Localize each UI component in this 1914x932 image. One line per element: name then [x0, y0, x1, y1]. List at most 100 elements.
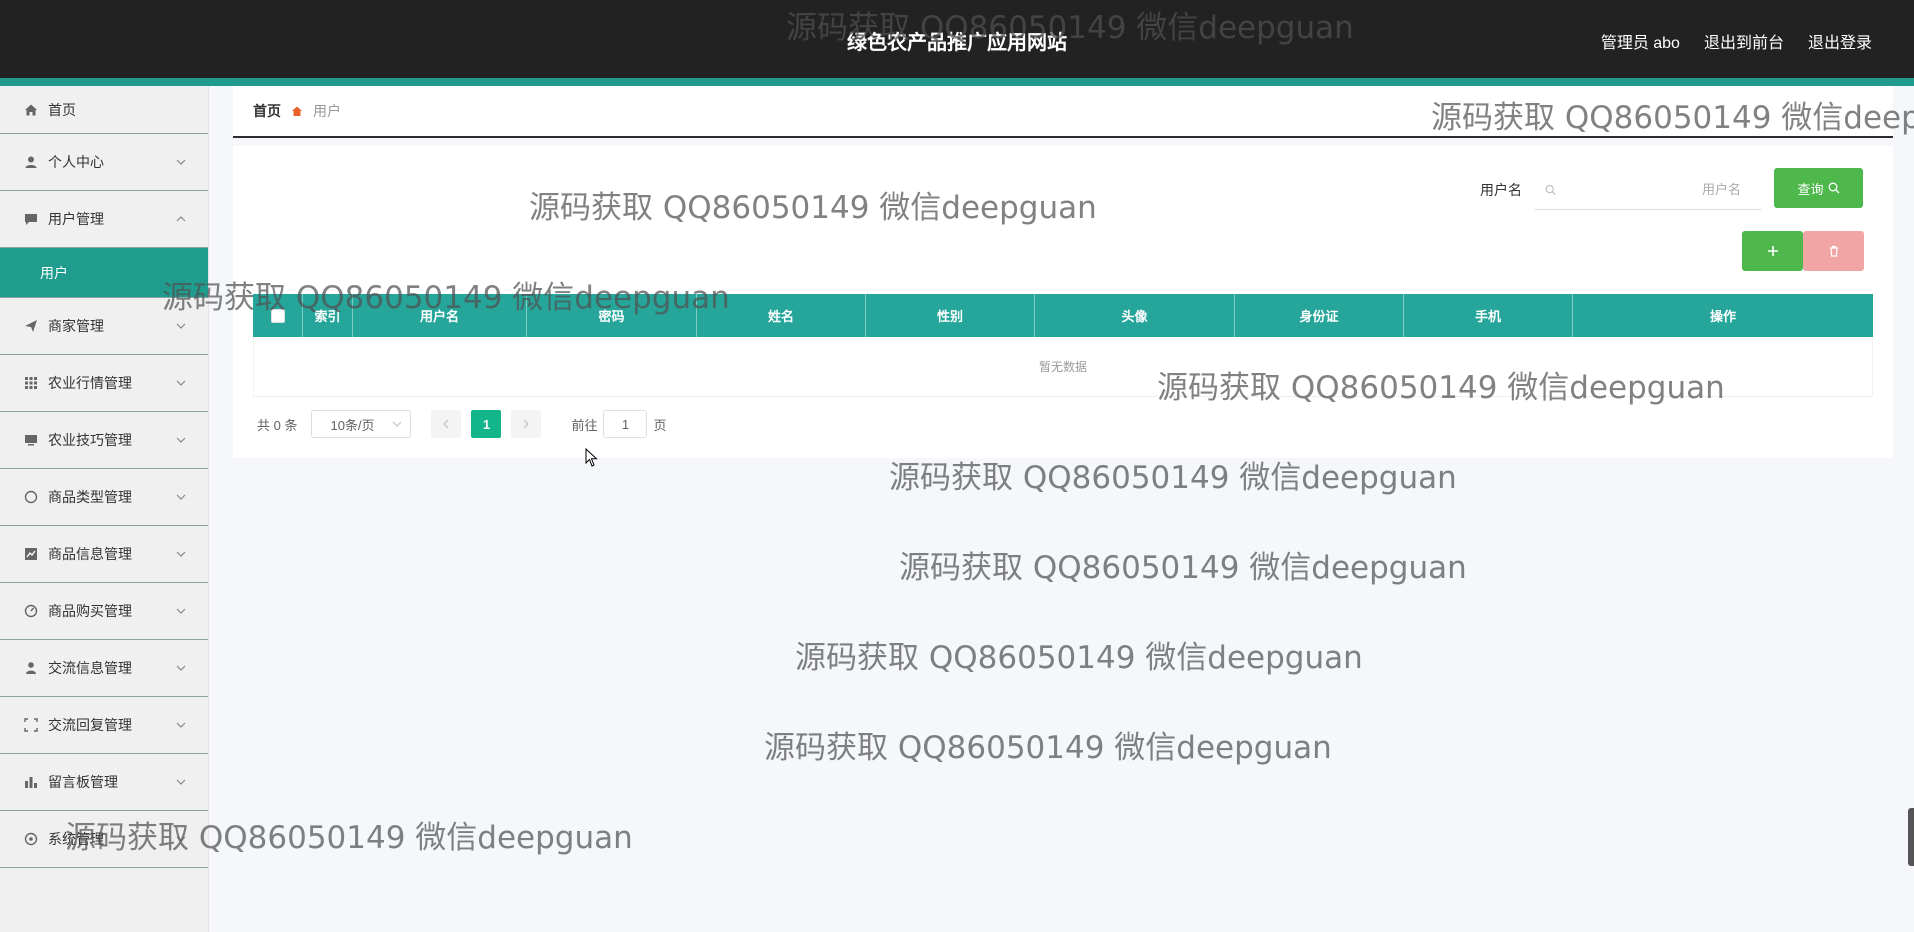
column-header[interactable]: 手机	[1404, 294, 1573, 337]
goto-page-input[interactable]	[603, 410, 648, 438]
frame-icon	[24, 718, 38, 732]
sidebar-item-label: 农业技巧管理	[48, 432, 132, 448]
total-count: 共 0 条	[257, 417, 298, 433]
watermark-text: 源码获取 QQ86050149 微信deepguan	[764, 730, 1332, 766]
sidebar: 首页 个人中心 用户管理 用户 商家管理 农业行情管理 农业技巧管理 商品类型管…	[0, 86, 209, 932]
header-links: 管理员 abo 退出到前台 退出登录	[1601, 29, 1872, 53]
column-header[interactable]: 身份证	[1235, 294, 1404, 337]
sidebar-item-message-board[interactable]: 留言板管理	[0, 754, 208, 811]
empty-text: 暂无数据	[1038, 360, 1087, 374]
sidebar-item-label: 商品购买管理	[48, 603, 132, 619]
next-page-button[interactable]	[511, 410, 542, 438]
goto-label: 前往	[571, 417, 598, 433]
search-input[interactable]	[1556, 170, 1761, 209]
column-header[interactable]: 性别	[866, 294, 1035, 337]
sidebar-item-label: 商品类型管理	[48, 489, 132, 505]
admin-label[interactable]: 管理员 abo	[1601, 29, 1680, 53]
chevron-left-icon	[443, 419, 449, 429]
sidebar-item-label: 个人中心	[48, 154, 104, 170]
sidebar-item-label: 商家管理	[48, 318, 104, 334]
sidebar-item-label: 交流信息管理	[48, 660, 132, 676]
gauge-icon	[24, 604, 38, 618]
chart-icon	[24, 547, 38, 561]
search-field	[1535, 170, 1761, 210]
column-header[interactable]: 头像	[1035, 294, 1235, 337]
select-all-checkbox[interactable]	[270, 308, 285, 323]
page-size-value: 10条/页	[330, 417, 375, 433]
column-header[interactable]: 密码	[527, 294, 697, 337]
sidebar-item-label: 系统管理	[48, 831, 104, 847]
chevron-down-icon	[176, 380, 186, 386]
sidebar-item-product-info[interactable]: 商品信息管理	[0, 526, 208, 583]
sidebar-item-exchange-info[interactable]: 交流信息管理	[0, 640, 208, 697]
breadcrumb-home[interactable]: 首页	[253, 101, 281, 121]
column-header: 操作	[1709, 309, 1736, 324]
chat-icon	[24, 212, 38, 226]
sidebar-item-merchant[interactable]: 商家管理	[0, 298, 208, 355]
watermark-text: 源码获取 QQ86050149 微信deepguan	[795, 640, 1363, 676]
search-icon	[1545, 184, 1556, 195]
scrollbar-thumb[interactable]	[1908, 808, 1914, 866]
sidebar-item-label: 商品信息管理	[48, 546, 132, 562]
user-icon	[24, 155, 38, 169]
column-header[interactable]: 用户名	[353, 294, 527, 337]
chevron-down-icon	[176, 323, 186, 329]
monitor-icon	[24, 433, 38, 447]
chevron-down-icon	[176, 608, 186, 614]
main-panel: 用户名 查询 索引 用户名 密码 姓名 性别 头像 身份证 手机 操作 暂无数据…	[233, 146, 1893, 458]
delete-button[interactable]	[1803, 231, 1864, 271]
watermark-text: 源码获取 QQ86050149 微信deepguan	[889, 460, 1457, 496]
sidebar-item-label: 农业行情管理	[48, 375, 132, 391]
sidebar-item-market[interactable]: 农业行情管理	[0, 355, 208, 412]
sidebar-item-label: 首页	[48, 101, 76, 118]
sidebar-item-home[interactable]: 首页	[0, 86, 208, 134]
sidebar-item-label: 留言板管理	[48, 774, 118, 790]
compass-icon	[24, 490, 38, 504]
page-number[interactable]: 1	[471, 410, 502, 438]
chevron-down-icon	[176, 779, 186, 785]
search-icon	[1828, 182, 1839, 194]
sidebar-item-purchase[interactable]: 商品购买管理	[0, 583, 208, 640]
sidebar-item-label: 交流回复管理	[48, 717, 132, 733]
column-header[interactable]: 索引	[303, 294, 353, 337]
column-header[interactable]: 姓名	[697, 294, 866, 337]
chevron-down-icon	[176, 494, 186, 500]
chevron-down-icon	[176, 722, 186, 728]
pagination: 共 0 条 10条/页 1 前往 页	[257, 410, 667, 438]
logout-link[interactable]: 退出登录	[1808, 29, 1872, 53]
breadcrumb-current: 用户	[313, 103, 341, 119]
sidebar-item-user-management[interactable]: 用户管理	[0, 191, 208, 248]
chevron-down-icon	[176, 665, 186, 671]
send-icon	[24, 319, 38, 333]
add-button[interactable]	[1742, 231, 1803, 271]
sidebar-item-techniques[interactable]: 农业技巧管理	[0, 412, 208, 469]
top-header: 绿色农产品推广应用网站 管理员 abo 退出到前台 退出登录	[0, 0, 1914, 86]
sidebar-item-product-type[interactable]: 商品类型管理	[0, 469, 208, 526]
table-empty-row: 暂无数据	[253, 337, 1873, 397]
breadcrumb: 首页 用户	[233, 86, 1893, 138]
sidebar-item-profile[interactable]: 个人中心	[0, 134, 208, 191]
plus-icon	[1767, 246, 1778, 256]
home-icon	[24, 103, 38, 117]
sidebar-item-exchange-reply[interactable]: 交流回复管理	[0, 697, 208, 754]
sidebar-subitem-users[interactable]: 用户	[0, 248, 208, 298]
header-accent-bar	[0, 78, 1914, 86]
chevron-up-icon	[176, 216, 186, 222]
chevron-down-icon	[176, 437, 186, 443]
breadcrumb-separator-icon	[291, 105, 303, 117]
prev-page-button[interactable]	[431, 410, 462, 438]
page-suffix: 页	[653, 417, 667, 433]
grid-icon	[24, 376, 38, 390]
trash-icon	[1829, 245, 1838, 257]
mouse-cursor-icon	[585, 448, 598, 467]
select-all-cell	[253, 294, 303, 337]
exit-to-front-link[interactable]: 退出到前台	[1704, 29, 1784, 53]
settings-icon	[24, 832, 38, 846]
query-button[interactable]: 查询	[1774, 168, 1863, 208]
sidebar-item-system[interactable]: 系统管理	[0, 811, 208, 868]
chevron-down-icon	[176, 551, 186, 557]
page-size-select[interactable]: 10条/页	[311, 410, 412, 438]
bars-icon	[24, 775, 38, 789]
sidebar-item-label: 用户管理	[48, 211, 104, 227]
search-label: 用户名	[1480, 182, 1522, 198]
